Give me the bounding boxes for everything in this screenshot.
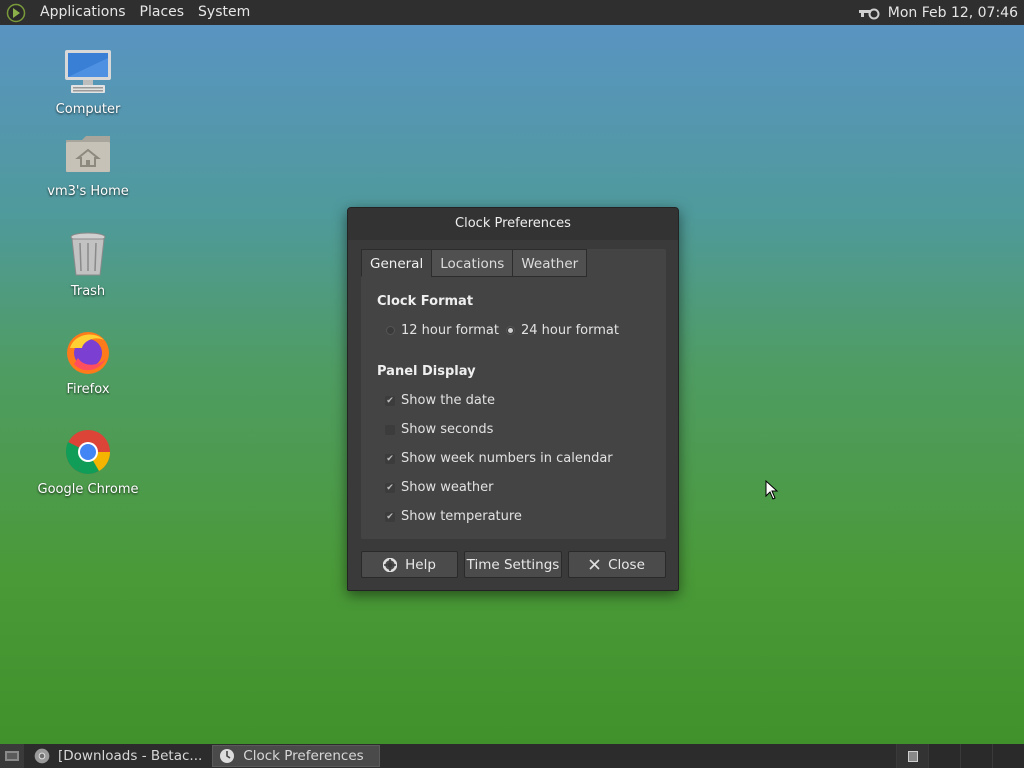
- clock-preferences-dialog: Clock Preferences General Locations Weat…: [347, 207, 679, 591]
- checkbox[interactable]: ✔: [385, 482, 395, 493]
- chrome-icon: [62, 426, 114, 478]
- desktop-icon-label: Computer: [55, 102, 121, 117]
- desktop-icon-firefox[interactable]: Firefox: [33, 326, 143, 397]
- close-button[interactable]: Close: [568, 551, 666, 578]
- checkbox-label: Show the date: [401, 393, 495, 408]
- taskbar-item-downloads[interactable]: [Downloads - Betac...: [28, 745, 208, 767]
- desktop-icon-label: Trash: [70, 284, 106, 299]
- trash-icon: [62, 228, 114, 280]
- panel-display-heading: Panel Display: [377, 364, 476, 379]
- desktop-icon-chrome[interactable]: Google Chrome: [33, 426, 143, 497]
- tab-weather[interactable]: Weather: [512, 249, 588, 277]
- checkbox-show-temperature[interactable]: ✔ Show temperature: [385, 509, 522, 524]
- tab-general[interactable]: General: [361, 249, 433, 277]
- menu-system[interactable]: System: [191, 0, 257, 25]
- workspace-1[interactable]: [896, 744, 928, 768]
- radio-button[interactable]: [506, 326, 515, 335]
- taskbar-item-clock-preferences[interactable]: Clock Preferences: [212, 745, 381, 767]
- firefox-icon: [62, 326, 114, 378]
- home-folder-icon: [62, 128, 114, 180]
- mouse-cursor-icon: [765, 479, 779, 500]
- chrome-icon: [34, 748, 50, 764]
- checkbox[interactable]: ✔: [385, 511, 395, 522]
- desktop-icon-label: vm3's Home: [47, 184, 129, 199]
- checkbox-label: Show week numbers in calendar: [401, 451, 613, 466]
- checkbox-show-week-numbers[interactable]: ✔ Show week numbers in calendar: [385, 451, 613, 466]
- show-desktop-icon[interactable]: [0, 744, 24, 768]
- panel-clock[interactable]: Mon Feb 12, 07:46: [882, 5, 1024, 21]
- desktop-icon-computer[interactable]: Computer: [33, 46, 143, 117]
- workspace-2[interactable]: [928, 744, 960, 768]
- clock-format-heading: Clock Format: [377, 294, 474, 309]
- workspace-switcher: [896, 744, 1024, 768]
- radio-button[interactable]: [386, 326, 395, 335]
- radio-12-hour[interactable]: 12 hour format: [386, 323, 499, 338]
- checkbox-show-weather[interactable]: ✔ Show weather: [385, 480, 494, 495]
- checkbox-label: Show seconds: [401, 422, 494, 437]
- desktop-icon-label: Google Chrome: [37, 482, 139, 497]
- help-button-label: Help: [405, 556, 436, 573]
- taskbar-item-label: Clock Preferences: [243, 748, 364, 764]
- menu-places[interactable]: Places: [133, 0, 192, 25]
- checkbox-label: Show temperature: [401, 509, 522, 524]
- checkbox[interactable]: [385, 424, 395, 435]
- checkbox-show-date[interactable]: ✔ Show the date: [385, 393, 495, 408]
- dialog-title[interactable]: Clock Preferences: [348, 208, 678, 240]
- top-panel: Applications Places System Mon Feb 12, 0…: [0, 0, 1024, 25]
- clock-icon: [219, 748, 235, 764]
- checkbox[interactable]: ✔: [385, 395, 395, 406]
- tab-locations[interactable]: Locations: [431, 249, 514, 277]
- desktop-icon-home[interactable]: vm3's Home: [33, 128, 143, 199]
- radio-24-hour[interactable]: 24 hour format: [506, 323, 619, 338]
- close-button-label: Close: [608, 556, 645, 573]
- help-button[interactable]: Help: [361, 551, 458, 578]
- menu-applications[interactable]: Applications: [33, 0, 133, 25]
- checkbox[interactable]: ✔: [385, 453, 395, 464]
- time-settings-button[interactable]: Time Settings: [464, 551, 562, 578]
- tab-bar: General Locations Weather: [361, 249, 588, 277]
- desktop-icon-label: Firefox: [66, 382, 110, 397]
- desktop-icon-trash[interactable]: Trash: [33, 228, 143, 299]
- help-icon: [383, 557, 398, 572]
- workspace-window-thumb: [907, 750, 918, 762]
- time-settings-label: Time Settings: [466, 556, 560, 573]
- close-icon: [589, 559, 600, 570]
- workspace-4[interactable]: [992, 744, 1024, 768]
- radio-label: 24 hour format: [521, 323, 619, 338]
- workspace-3[interactable]: [960, 744, 992, 768]
- taskbar-item-label: [Downloads - Betac...: [58, 748, 203, 764]
- bottom-panel: [Downloads - Betac... Clock Preferences: [0, 744, 1024, 768]
- computer-icon: [62, 46, 114, 98]
- radio-label: 12 hour format: [401, 323, 499, 338]
- checkbox-show-seconds[interactable]: Show seconds: [385, 422, 493, 437]
- distro-logo-icon[interactable]: [5, 2, 27, 24]
- network-icon[interactable]: [856, 0, 882, 25]
- checkbox-label: Show weather: [401, 480, 494, 495]
